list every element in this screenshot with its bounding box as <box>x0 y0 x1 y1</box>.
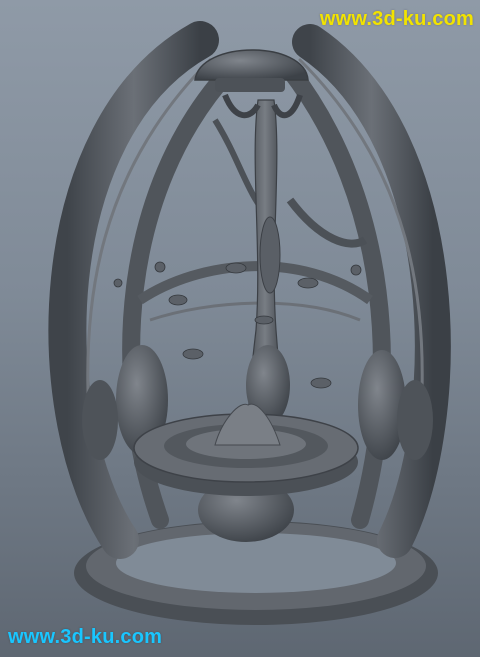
model-render <box>48 21 451 625</box>
watermark-top: www.3d-ku.com <box>319 8 474 30</box>
3d-viewport: www.3d-ku.com www.3d-ku.com <box>0 0 480 657</box>
watermark-bottom: www.3d-ku.com <box>8 626 163 648</box>
